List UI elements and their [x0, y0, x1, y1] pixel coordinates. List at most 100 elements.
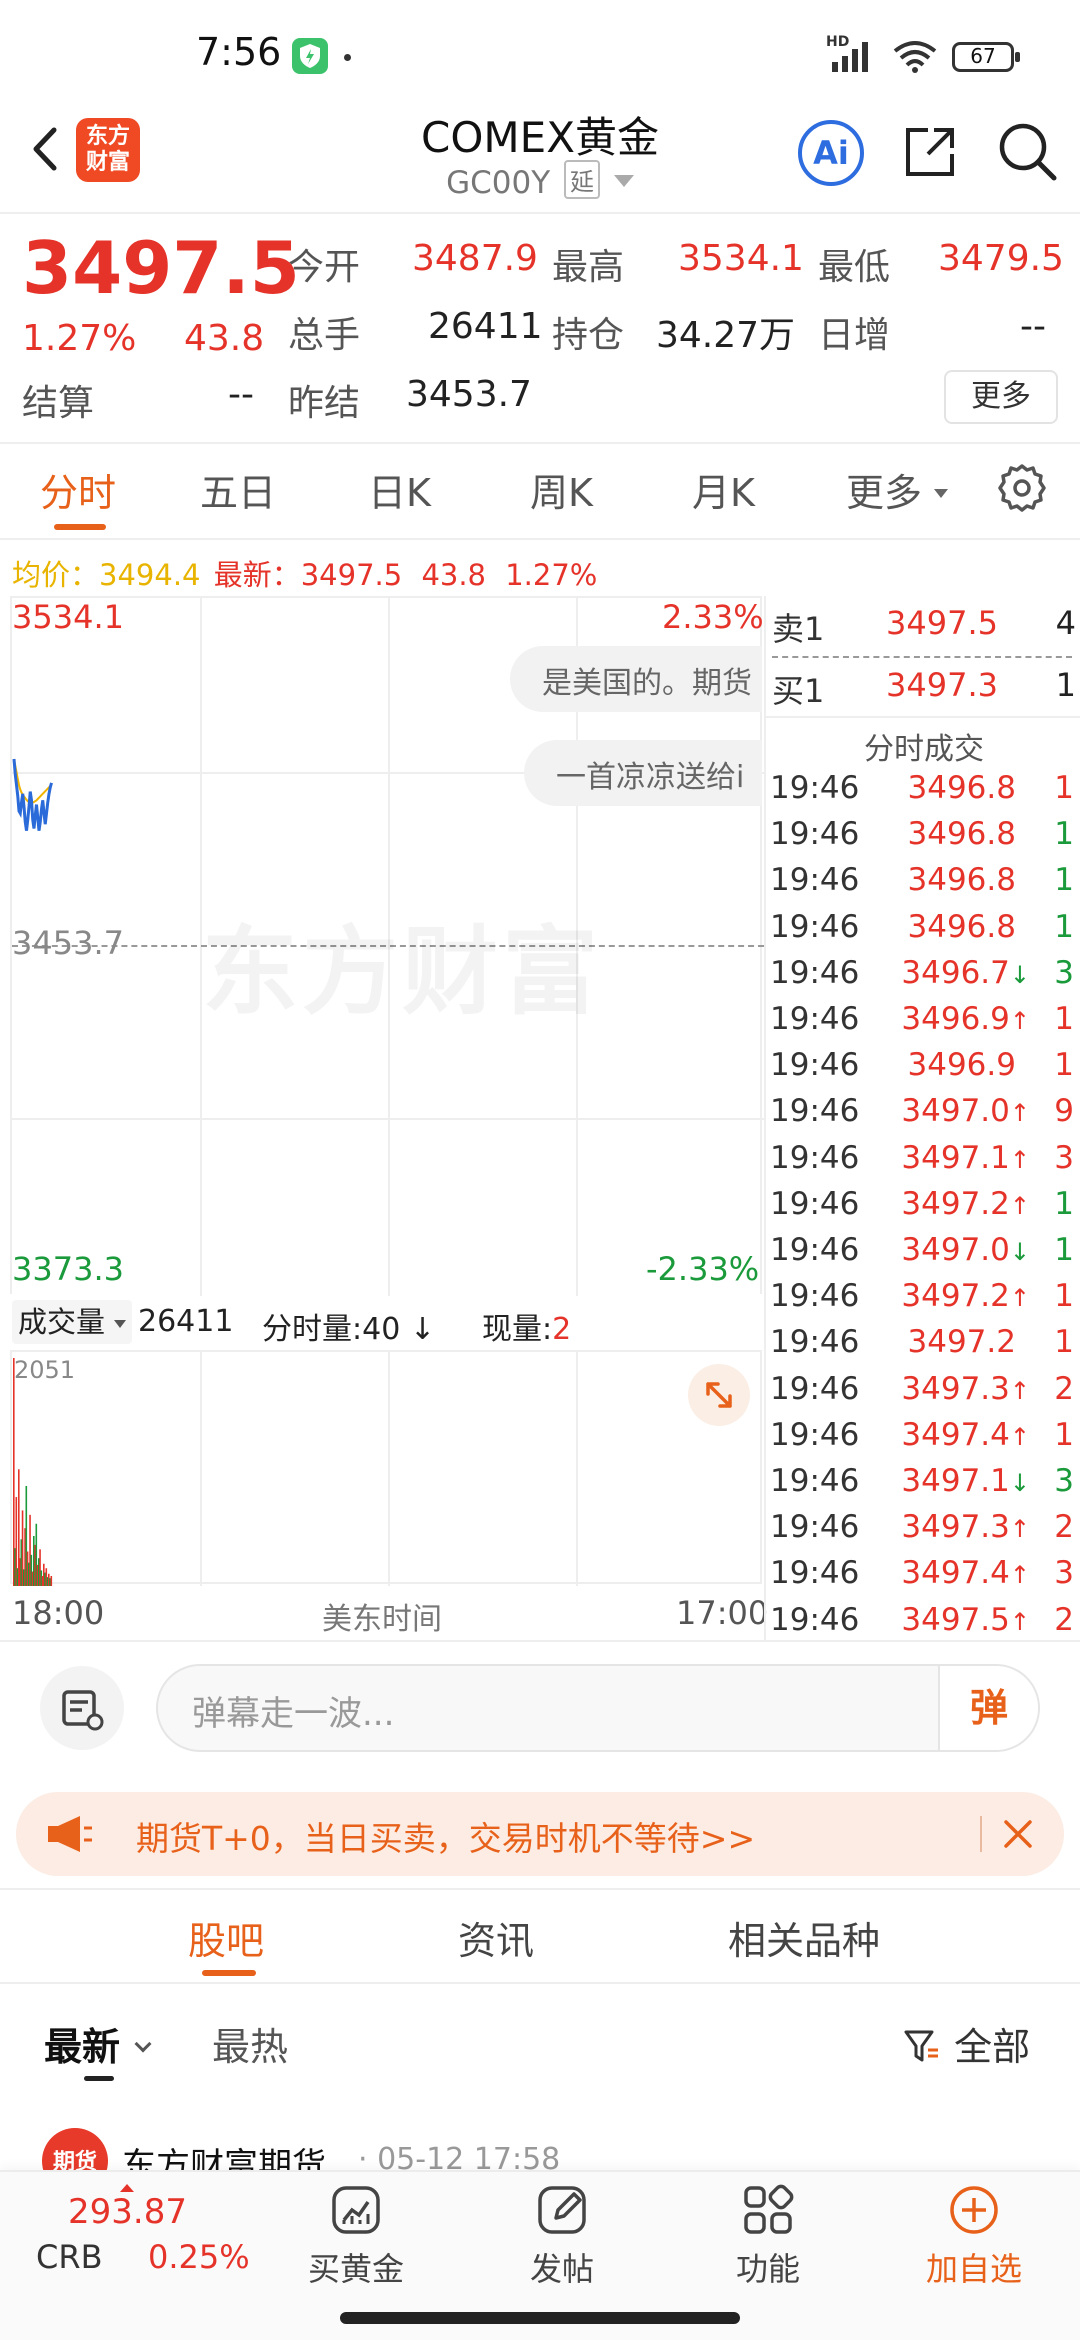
- tab-more-label: 更多: [846, 471, 923, 515]
- post-button[interactable]: 发帖: [492, 2176, 632, 2296]
- trade-time: 19:46: [770, 1324, 860, 1361]
- danmu-send-button[interactable]: 弹: [938, 1666, 1038, 1750]
- trade-row: 19:46 3497.1↓ 3: [770, 1463, 1076, 1509]
- filter-all[interactable]: 全部: [902, 2016, 1030, 2071]
- book-divider: [772, 656, 1072, 658]
- tab-fenshi[interactable]: 分时: [40, 462, 116, 517]
- volume-max-label: 2051: [14, 1356, 76, 1384]
- banner-text: 期货T+0，当日买卖，交易时机不等待>>: [136, 1819, 756, 1858]
- share-icon[interactable]: [900, 122, 960, 182]
- trade-direction-arrow: ↑: [1009, 1607, 1030, 1636]
- trade-volume: 1: [1054, 1185, 1074, 1222]
- settle-label: 结算: [22, 383, 95, 424]
- trade-direction-arrow: ↑: [1009, 1145, 1030, 1174]
- trade-volume: 1: [1054, 862, 1074, 899]
- trade-price-value: 3497.3: [901, 1509, 1010, 1546]
- avatar: 期货: [42, 2128, 108, 2170]
- trade-row: 19:46 3496.8 1: [770, 816, 1076, 862]
- tab-five-day[interactable]: 五日: [200, 462, 276, 517]
- trade-volume: 1: [1054, 1324, 1074, 1361]
- trade-volume: 1: [1054, 1232, 1074, 1268]
- trade-row: 19:46 3497.3↑ 2: [770, 1371, 1076, 1417]
- buy1-volume: 1: [1055, 666, 1076, 704]
- avatar-text: 期货: [52, 2150, 97, 2170]
- y-axis-top-pct: 2.33%: [662, 598, 764, 636]
- trade-volume: 9: [1054, 1093, 1074, 1130]
- close-icon[interactable]: [996, 1812, 1040, 1856]
- more-quote-button[interactable]: 更多: [944, 370, 1058, 424]
- volume-value: 26411: [428, 306, 543, 347]
- latest-change-pct: 1.27%: [505, 558, 598, 592]
- trade-volume: 1: [1054, 1278, 1074, 1315]
- tab-news[interactable]: 资讯: [458, 1910, 534, 1965]
- trade-price-value: 3497.1: [901, 1139, 1010, 1176]
- fenshi-volume: 分时量:40 ↓: [262, 1304, 435, 1348]
- tab-more[interactable]: 更多: [846, 462, 949, 517]
- edit-icon: [536, 2184, 588, 2236]
- functions-button[interactable]: 功能: [698, 2176, 838, 2296]
- trade-price-value: 3497.5: [901, 1601, 1010, 1638]
- open-label: 今开: [288, 247, 361, 288]
- sell1-label: 卖1: [772, 610, 825, 648]
- tab-monthly-k[interactable]: 月K: [692, 462, 755, 517]
- trade-row: 19:46 3496.8 1: [770, 862, 1076, 908]
- tab-daily-k[interactable]: 日K: [368, 462, 431, 517]
- trade-direction-arrow: ↑: [1009, 1007, 1030, 1035]
- trade-price: 3497.5↑: [901, 1602, 1030, 1638]
- open-value: 3487.9: [412, 238, 538, 279]
- buy-gold-button[interactable]: 买黄金: [286, 2176, 426, 2296]
- post-item[interactable]: 期货 东方财富期货 · 05-12 17:58: [0, 2120, 1080, 2170]
- trade-price: 3497.1↑: [901, 1140, 1030, 1176]
- trade-time: 19:46: [770, 1555, 860, 1592]
- trade-time: 19:46: [770, 908, 860, 945]
- settings-gear-icon[interactable]: [996, 462, 1048, 514]
- tab-weekly-k[interactable]: 周K: [530, 462, 593, 517]
- search-icon[interactable]: [996, 120, 1058, 182]
- danmu-settings-button[interactable]: [40, 1666, 124, 1750]
- trade-row: 19:46 3496.8 1: [770, 909, 1076, 955]
- high-label: 最高: [552, 247, 625, 288]
- banner-divider: [980, 1816, 982, 1852]
- open-interest-label: 持仓: [552, 315, 625, 356]
- delay-badge: 延: [564, 160, 601, 199]
- signal-icon: HD: [826, 34, 880, 74]
- trades-title: 分时成交: [864, 732, 984, 767]
- expand-chart-button[interactable]: [688, 1364, 750, 1426]
- high-value: 3534.1: [678, 238, 804, 279]
- filter-latest[interactable]: 最新: [44, 2016, 152, 2071]
- trade-direction-arrow: ↑: [1009, 1376, 1030, 1405]
- filter-hottest[interactable]: 最热: [212, 2016, 288, 2071]
- trade-row: 19:46 3497.0↓ 1: [770, 1232, 1076, 1278]
- volume-chart[interactable]: [10, 1350, 762, 1586]
- buy1-row[interactable]: 买1 3497.3 1: [772, 666, 1078, 712]
- trade-price-value: 3497.2: [901, 1278, 1010, 1315]
- tab-related[interactable]: 相关品种: [728, 1910, 880, 1965]
- ai-button[interactable]: Ai: [798, 120, 864, 186]
- daily-increase-value: --: [1020, 306, 1046, 347]
- trade-direction-arrow: ↑: [1009, 1191, 1030, 1220]
- sell1-row[interactable]: 卖1 3497.5 4: [772, 604, 1078, 650]
- trade-row: 19:46 3496.8 1: [770, 770, 1076, 816]
- trade-volume: 1: [1054, 908, 1074, 945]
- trade-price: 3496.8: [908, 862, 1016, 898]
- trade-price: 3497.3↑: [901, 1509, 1030, 1545]
- up-triangle-icon: [120, 2184, 134, 2192]
- trade-time: 19:46: [770, 1463, 860, 1499]
- trade-time: 19:46: [770, 954, 860, 991]
- volume-selector[interactable]: 成交量: [12, 1300, 133, 1344]
- danmu-input[interactable]: 弹幕走一波... 弹: [156, 1664, 1040, 1752]
- add-watchlist-button[interactable]: 加自选: [904, 2176, 1044, 2296]
- trade-price: 3496.8: [908, 909, 1016, 945]
- tab-guba[interactable]: 股吧: [188, 1910, 264, 1965]
- grid-apps-icon: [742, 2184, 794, 2236]
- trade-price-value: 3497.3: [901, 1370, 1010, 1407]
- trade-direction-arrow: ↓: [1009, 1469, 1030, 1497]
- promo-banner[interactable]: 期货T+0，当日买卖，交易时机不等待>>: [16, 1792, 1064, 1876]
- change-pct: 1.27%: [22, 318, 137, 359]
- crb-index[interactable]: 293.87 CRB 0.25%: [20, 2182, 260, 2292]
- home-indicator: [340, 2312, 740, 2324]
- trade-price-value: 3497.2: [907, 1324, 1016, 1361]
- x-axis-mid: 美东时间: [322, 1602, 442, 1637]
- trade-direction-arrow: ↑: [1009, 1099, 1030, 1128]
- trade-price: 3497.0↓: [901, 1232, 1030, 1268]
